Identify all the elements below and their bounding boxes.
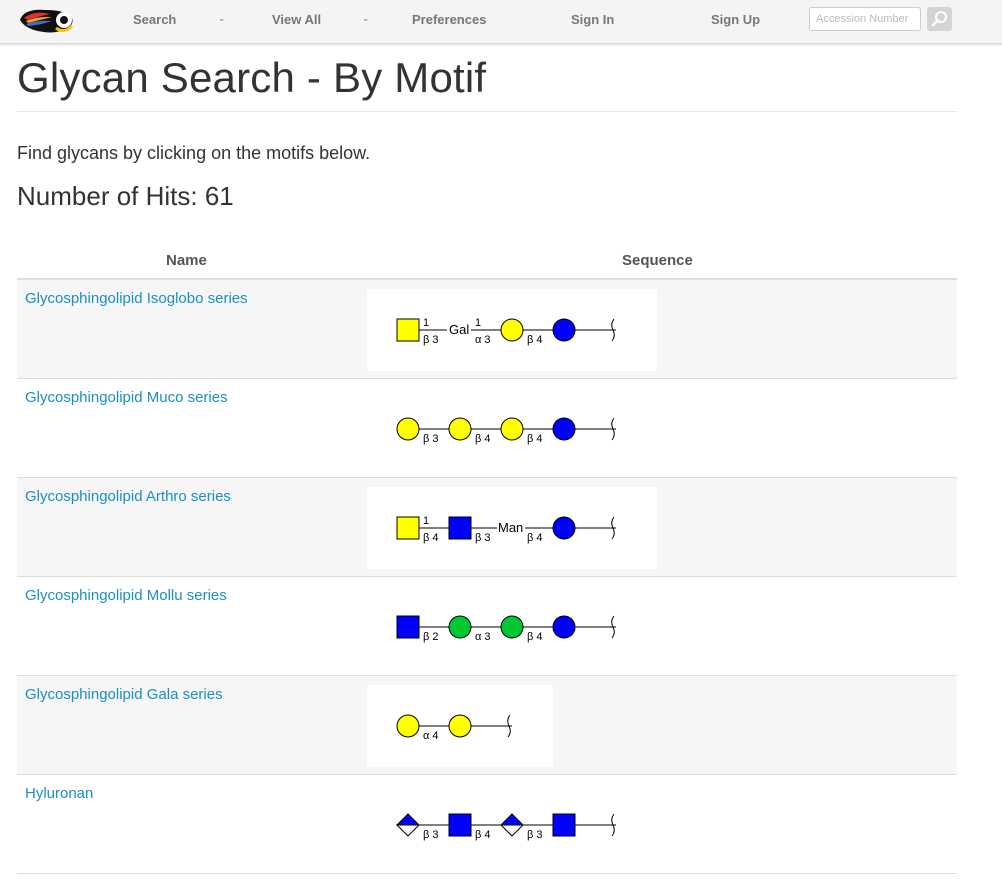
motif-link[interactable]: Hyluronan bbox=[25, 785, 93, 802]
svg-text:β 3: β 3 bbox=[527, 829, 543, 841]
svg-text:1: 1 bbox=[423, 317, 429, 329]
intro-text: Find glycans by clicking on the motifs b… bbox=[17, 143, 371, 163]
nav-view-all-menu[interactable]: View All bbox=[272, 12, 321, 27]
glcnac-square-symbol bbox=[448, 516, 472, 540]
glc-circle-symbol bbox=[552, 318, 576, 342]
table-row: Glycosphingolipid Isoglobo series 1 β 3 … bbox=[17, 280, 957, 379]
gal-circle-symbol bbox=[396, 417, 420, 441]
gal-circle-symbol bbox=[396, 714, 420, 738]
svg-text:β 4: β 4 bbox=[475, 829, 491, 841]
search-chevron-down-icon[interactable]: ⌄ bbox=[218, 13, 226, 24]
svg-text:β 4: β 4 bbox=[527, 532, 543, 544]
svg-text:β 3: β 3 bbox=[423, 334, 439, 346]
gal-circle-symbol bbox=[448, 714, 472, 738]
galnac-square-symbol bbox=[396, 516, 420, 540]
table-row: Glycosphingolipid Mollu series β 2 α 3 β… bbox=[17, 577, 957, 676]
glycan-sequence-image[interactable]: α 4 bbox=[367, 685, 553, 767]
glycan-sequence-image[interactable]: β 3 β 4 β 4 bbox=[367, 388, 657, 470]
column-header-name[interactable]: Name bbox=[166, 252, 207, 269]
nav-sign-up[interactable]: Sign Up bbox=[711, 12, 760, 27]
table-row: Glycosphingolipid Muco series β 3 β 4 β … bbox=[17, 379, 957, 478]
glycan-sequence-image[interactable]: 1 β 4 β 3 Man β 4 bbox=[367, 487, 657, 569]
nav-search-menu[interactable]: Search bbox=[133, 12, 176, 27]
magnifier-icon bbox=[931, 11, 947, 27]
glc-circle-symbol bbox=[552, 417, 576, 441]
gal-circle-symbol bbox=[500, 318, 524, 342]
glc-circle-symbol bbox=[552, 615, 576, 639]
top-navbar: Search ⌄ View All ⌄ Preferences Sign In … bbox=[0, 0, 1002, 44]
glycan-sequence-image[interactable]: 1 β 3 Gal 1 α 3 β 4 bbox=[367, 289, 657, 371]
svg-text:β 4: β 4 bbox=[527, 631, 543, 643]
svg-text:β 4: β 4 bbox=[527, 334, 543, 346]
title-divider bbox=[17, 111, 957, 112]
svg-text:Man: Man bbox=[498, 520, 523, 535]
svg-text:α 4: α 4 bbox=[423, 730, 439, 742]
svg-text:β 4: β 4 bbox=[423, 532, 439, 544]
galnac-square-symbol bbox=[396, 318, 420, 342]
glcnac-square-symbol bbox=[552, 813, 576, 837]
svg-text:β 3: β 3 bbox=[423, 829, 439, 841]
man-circle-symbol bbox=[448, 615, 472, 639]
nav-preferences[interactable]: Preferences bbox=[412, 12, 486, 27]
accession-number-input[interactable] bbox=[809, 7, 921, 31]
motif-link[interactable]: Glycosphingolipid Isoglobo series bbox=[25, 290, 248, 307]
svg-text:β 2: β 2 bbox=[423, 631, 439, 643]
glca-diamond-symbol bbox=[395, 813, 421, 826]
toucan-logo-icon[interactable] bbox=[16, 4, 76, 36]
nav-sign-in[interactable]: Sign In bbox=[571, 12, 614, 27]
search-submit-button[interactable] bbox=[927, 7, 952, 31]
glycan-sequence-image[interactable]: β 2 α 3 β 4 bbox=[367, 586, 657, 668]
glca-diamond-symbol bbox=[499, 813, 525, 826]
svg-text:Gal: Gal bbox=[449, 322, 469, 337]
glc-circle-symbol bbox=[552, 516, 576, 540]
svg-text:α 3: α 3 bbox=[475, 631, 491, 643]
hit-count: Number of Hits: 61 bbox=[17, 181, 234, 211]
gal-circle-symbol bbox=[500, 417, 524, 441]
gal-circle-symbol bbox=[448, 417, 472, 441]
table-row: Glycosphingolipid Arthro series 1 β 4 β … bbox=[17, 478, 957, 577]
svg-text:β 3: β 3 bbox=[423, 433, 439, 445]
motif-link[interactable]: Glycosphingolipid Muco series bbox=[25, 389, 228, 406]
svg-text:1: 1 bbox=[475, 317, 481, 329]
view-all-chevron-down-icon[interactable]: ⌄ bbox=[362, 13, 370, 24]
table-row: Hyluronan β 3 β 4 β 3 bbox=[17, 775, 957, 874]
svg-text:β 3: β 3 bbox=[475, 532, 491, 544]
page-title: Glycan Search - By Motif bbox=[17, 54, 487, 101]
glycan-sequence-image[interactable]: β 3 β 4 β 3 bbox=[367, 784, 657, 866]
man-circle-symbol bbox=[500, 615, 524, 639]
glcnac-square-symbol bbox=[396, 615, 420, 639]
motif-link[interactable]: Glycosphingolipid Arthro series bbox=[25, 488, 231, 505]
table-row: Glycosphingolipid Gala series α 4 bbox=[17, 676, 957, 775]
column-header-sequence[interactable]: Sequence bbox=[622, 252, 693, 269]
motif-link[interactable]: Glycosphingolipid Mollu series bbox=[25, 587, 227, 604]
svg-text:1: 1 bbox=[423, 515, 429, 527]
svg-text:β 4: β 4 bbox=[527, 433, 543, 445]
svg-text:α 3: α 3 bbox=[475, 334, 491, 346]
svg-text:β 4: β 4 bbox=[475, 433, 491, 445]
motif-link[interactable]: Glycosphingolipid Gala series bbox=[25, 686, 223, 703]
glcnac-square-symbol bbox=[448, 813, 472, 837]
